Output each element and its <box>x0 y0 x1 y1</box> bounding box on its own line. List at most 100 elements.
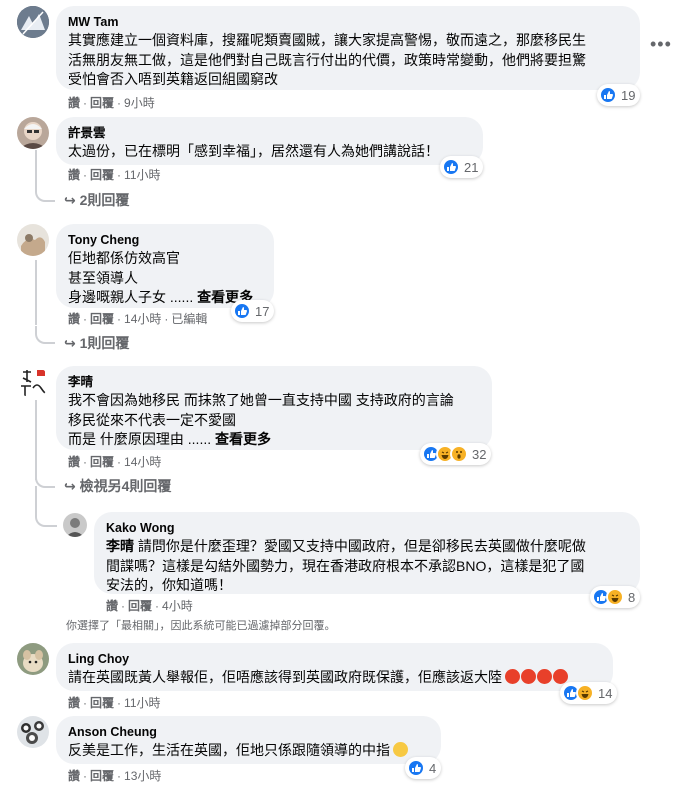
comment-text-line: 受怕會否入唔到英籍返回組國窮改 <box>68 71 278 87</box>
comment-timestamp[interactable]: 4小時 <box>162 599 193 613</box>
avatar[interactable] <box>17 224 49 256</box>
comment-actions: 讚 · 回覆 · 14小時 · 已編輯 <box>68 312 208 326</box>
comment-timestamp[interactable]: 11小時 <box>124 168 160 182</box>
mention-link[interactable]: 李晴 <box>106 538 134 554</box>
comment-text-line: 請問你是什麼歪理？愛國又支持中國政府，但是卻移民去英國做什麼呢做 <box>134 538 586 554</box>
comment-actions: 讚 · 回覆 · 11小時 <box>68 168 161 182</box>
reply-arrow-icon: ↪ <box>64 478 76 494</box>
like-button[interactable]: 讚 <box>68 769 80 783</box>
reply-arrow-icon: ↪ <box>64 335 76 351</box>
reply-button[interactable]: 回覆 <box>128 599 152 613</box>
comment-bubble: 李晴 我不會因為她移民 而抹煞了她曾一直支持中國 支持政府的言論 移民從來不代表… <box>56 366 492 450</box>
angry-emoji-icon <box>537 669 552 684</box>
wow-reaction-icon <box>450 445 468 463</box>
avatar[interactable] <box>17 643 49 675</box>
like-reaction-icon <box>407 759 425 777</box>
reply-button[interactable]: 回覆 <box>90 696 114 710</box>
comment-text-line: 佢地都係仿效高官 <box>68 250 180 266</box>
comment-actions: 讚 · 回覆 · 9小時 <box>68 96 155 110</box>
reaction-summary[interactable]: 17 <box>231 300 275 322</box>
commenter-name[interactable]: MW Tam <box>68 13 628 31</box>
like-reaction-icon <box>233 302 251 320</box>
reply-arrow-icon: ↪ <box>64 192 76 208</box>
thread-line <box>35 400 37 480</box>
avatar[interactable] <box>17 117 49 149</box>
sweat-smile-emoji-icon <box>393 742 408 757</box>
like-button[interactable]: 讚 <box>68 312 80 326</box>
commenter-name[interactable]: 李晴 <box>68 373 480 391</box>
thread-line <box>35 150 37 190</box>
reaction-count: 21 <box>464 159 479 175</box>
reaction-count: 8 <box>628 589 636 605</box>
commenter-name[interactable]: Anson Cheung <box>68 723 429 741</box>
comment-text-line: 太過份，已在標明「感到幸福」，居然還有人為她們講說話！ <box>68 143 439 159</box>
angry-emoji-icon <box>521 669 536 684</box>
like-button[interactable]: 讚 <box>106 599 118 613</box>
edited-label: 已編輯 <box>171 312 208 326</box>
reaction-summary[interactable]: 4 <box>405 757 442 779</box>
thread-connector <box>35 326 55 344</box>
reply-button[interactable]: 回覆 <box>90 455 114 469</box>
haha-reaction-icon <box>606 588 624 606</box>
comment-text-line: 甚至領導人 <box>68 269 138 286</box>
angry-emoji-icon <box>553 669 568 684</box>
comment-bubble: 許景雲 太過份，已在標明「感到幸福」，居然還有人為她們講說話！ <box>56 117 483 165</box>
reaction-summary[interactable]: 8 <box>590 586 641 608</box>
reaction-summary[interactable]: 19 <box>597 84 641 106</box>
avatar[interactable] <box>63 513 87 537</box>
reaction-count: 4 <box>429 760 437 776</box>
comment-text-line-wrap: 而是 什麼原因理由 ...... 查看更多 <box>68 430 480 450</box>
like-button[interactable]: 讚 <box>68 455 80 469</box>
like-button[interactable]: 讚 <box>68 96 80 110</box>
reply-button[interactable]: 回覆 <box>90 769 114 783</box>
comment-timestamp[interactable]: 14小時 <box>124 455 161 469</box>
comment-bubble: Anson Cheung 反美是工作，生活在英國，佢地只係跟隨領導的中指 <box>56 716 441 764</box>
haha-reaction-icon <box>576 684 594 702</box>
reply-button[interactable]: 回覆 <box>90 96 114 110</box>
comment-text-line: 請在英國既黃人舉報佢，佢唔應該得到英國政府既保護，佢應該返大陸 <box>68 669 502 685</box>
reply-button[interactable]: 回覆 <box>90 312 114 326</box>
commenter-name[interactable]: 許景雲 <box>68 124 471 142</box>
comment-actions: 讚 · 回覆 · 14小時 <box>68 455 162 469</box>
comment-bubble: Tony Cheng 佢地都係仿效高官 甚至領導人 身邊嘅親人子女 ......… <box>56 224 274 308</box>
commenter-name[interactable]: Kako Wong <box>106 519 628 537</box>
more-horizontal-icon[interactable]: ••• <box>650 34 672 55</box>
reaction-count: 19 <box>621 87 636 103</box>
reaction-count: 14 <box>598 685 613 701</box>
comment-text-line-wrap: 反美是工作，生活在英國，佢地只係跟隨領導的中指 <box>68 741 429 761</box>
comment-text-line: 移民從來不代表一定不愛國 <box>68 411 236 428</box>
avatar[interactable] <box>17 716 49 748</box>
comment-timestamp[interactable]: 11小時 <box>124 696 160 710</box>
reaction-summary[interactable]: 14 <box>560 682 618 704</box>
reply-button[interactable]: 回覆 <box>90 168 114 182</box>
reaction-count: 32 <box>472 446 487 462</box>
view-replies-label: 檢視另4則回覆 <box>79 478 172 494</box>
like-button[interactable]: 讚 <box>68 168 80 182</box>
reaction-summary[interactable]: 21 <box>440 156 484 178</box>
view-replies-link[interactable]: ↪ 檢視另4則回覆 <box>64 477 171 495</box>
like-reaction-icon <box>442 158 460 176</box>
comment-text-line: 反美是工作，生活在英國，佢地只係跟隨領導的中指 <box>68 742 390 758</box>
view-replies-link[interactable]: ↪ 1則回覆 <box>64 334 129 352</box>
view-replies-label: 2則回覆 <box>79 192 130 208</box>
view-replies-label: 1則回覆 <box>79 335 130 351</box>
comment-timestamp[interactable]: 13小時 <box>124 769 161 783</box>
thread-connector <box>35 186 55 202</box>
like-reaction-icon <box>599 86 617 104</box>
comment-bubble: MW Tam 其實應建立一個資料庫，搜羅呢類賣國賊，讓大家提高警惕，敬而遠之，那… <box>56 6 640 90</box>
avatar[interactable] <box>17 366 49 398</box>
comment-timestamp[interactable]: 9小時 <box>124 96 155 110</box>
avatar[interactable] <box>17 6 49 38</box>
commenter-name[interactable]: Tony Cheng <box>68 231 262 249</box>
angry-emoji-icon <box>505 669 520 684</box>
comment-timestamp[interactable]: 14小時 <box>124 312 161 326</box>
comment-text-line-wrap: 請在英國既黃人舉報佢，佢唔應該得到英國政府既保護，佢應該返大陸 <box>68 668 601 688</box>
reaction-count: 17 <box>255 303 270 319</box>
comment-text-line: 活無朋友無工做，這是他們對自己既言行付出的代價，政策時常變動，他們將要担驚 <box>68 51 586 68</box>
reaction-summary[interactable]: 32 <box>420 443 492 465</box>
commenter-name[interactable]: Ling Choy <box>68 650 601 668</box>
comment-bubble: Ling Choy 請在英國既黃人舉報佢，佢唔應該得到英國政府既保護，佢應該返大… <box>56 643 613 691</box>
see-more-link[interactable]: 查看更多 <box>215 431 271 447</box>
like-button[interactable]: 讚 <box>68 696 80 710</box>
view-replies-link[interactable]: ↪ 2則回覆 <box>64 191 129 209</box>
